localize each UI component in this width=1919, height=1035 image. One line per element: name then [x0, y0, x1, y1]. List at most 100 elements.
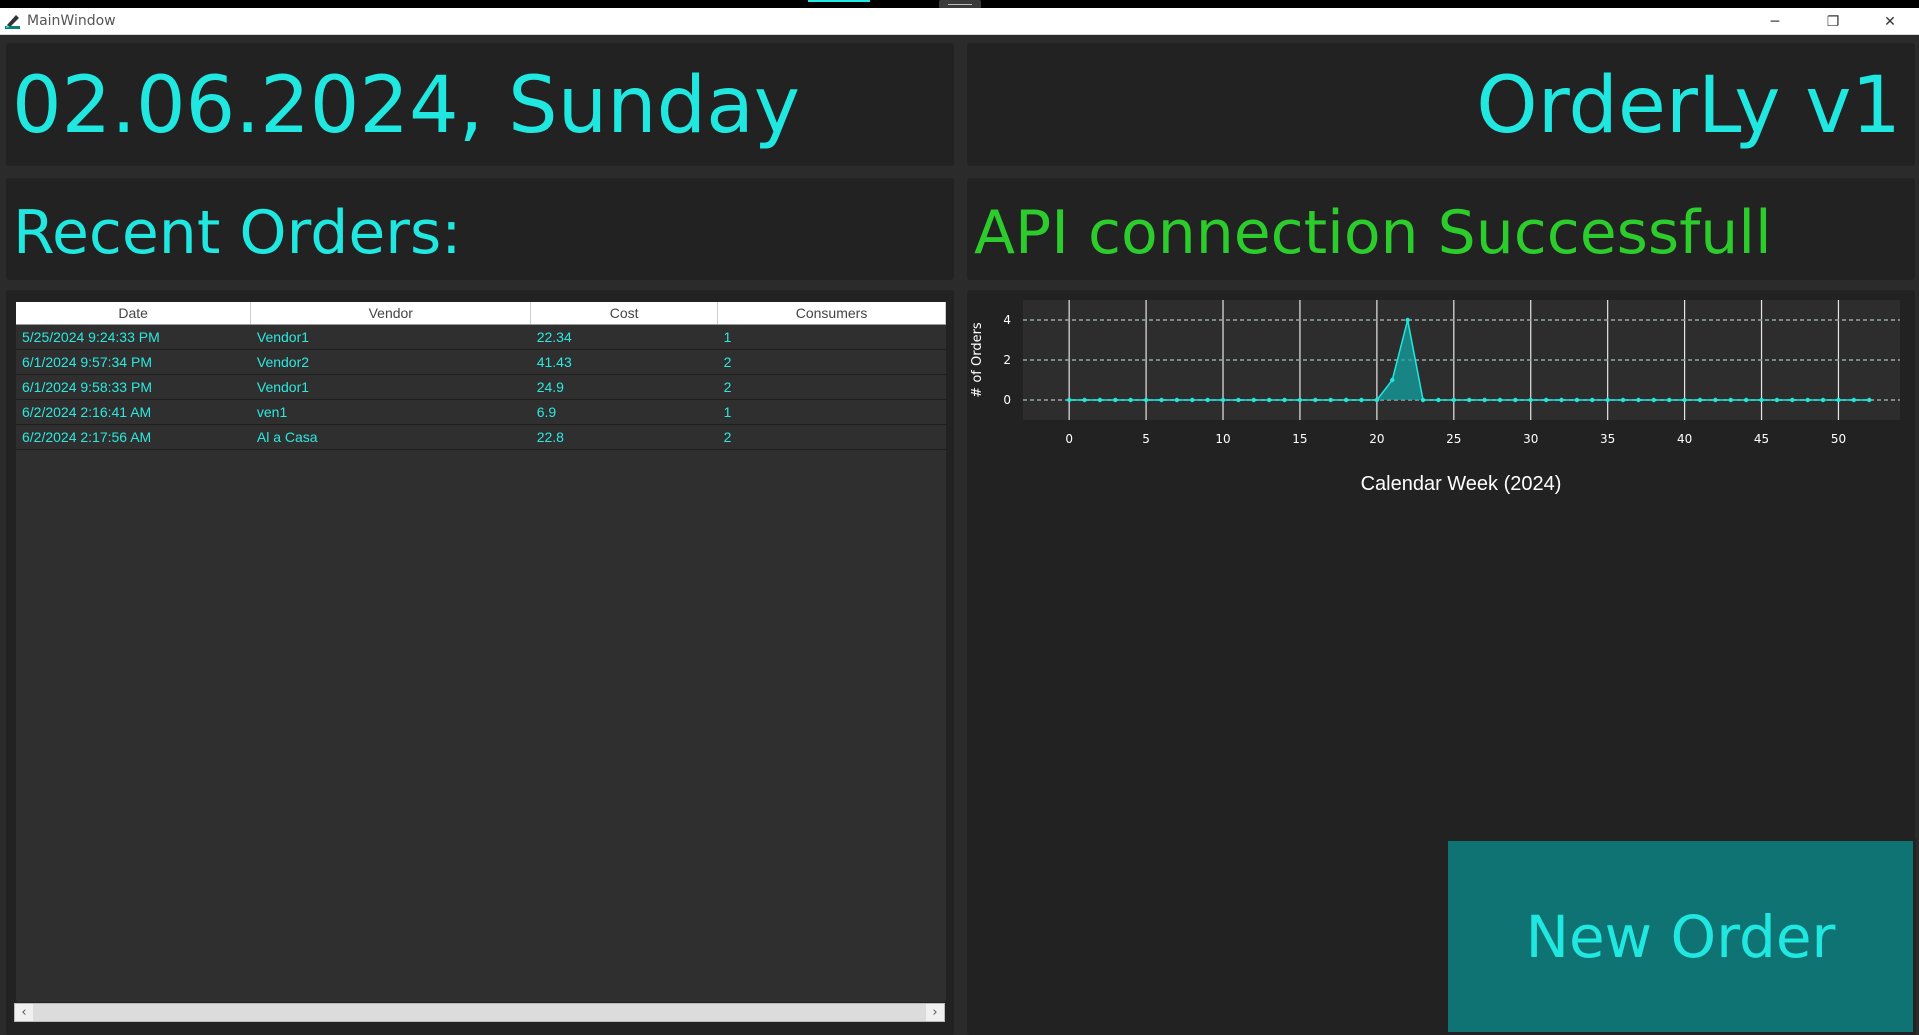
y-axis-label: # of Orders [970, 322, 985, 398]
cell-date: 6/2/2024 2:16:41 AM [16, 399, 251, 425]
app-pencil-icon [5, 15, 20, 29]
date-panel: 02.06.2024, Sunday [6, 43, 954, 166]
column-header-vendor[interactable]: Vendor [250, 302, 532, 325]
data-point [1066, 397, 1072, 403]
data-point [1220, 397, 1226, 403]
x-tick-label: 35 [1600, 432, 1615, 446]
x-tick-label: 30 [1523, 432, 1538, 446]
minimize-button[interactable]: ─ [1752, 11, 1798, 33]
data-point [1420, 397, 1426, 403]
data-point [1143, 397, 1149, 403]
data-point [1667, 397, 1672, 403]
scroll-left-arrow-icon[interactable]: ‹ [15, 1004, 33, 1021]
window-title: MainWindow [27, 13, 116, 29]
data-point [1651, 397, 1657, 403]
cell-date: 5/25/2024 9:24:33 PM [16, 324, 251, 350]
cell-vendor: Vendor2 [250, 349, 531, 375]
cell-consumers: 1 [717, 324, 946, 350]
data-point [1851, 397, 1857, 403]
data-point [1728, 397, 1733, 403]
cell-consumers: 2 [717, 424, 946, 450]
data-point [1559, 397, 1564, 403]
table-header-row: Date Vendor Cost Consumers [16, 302, 946, 325]
data-point [1282, 397, 1287, 403]
data-point [1497, 397, 1503, 403]
data-point [1297, 397, 1303, 403]
data-point [1159, 397, 1164, 403]
data-point [1251, 397, 1256, 403]
cell-vendor: Vendor1 [250, 324, 531, 350]
data-point [1820, 397, 1826, 403]
data-point [1190, 397, 1195, 403]
data-point [1436, 397, 1441, 403]
cell-cost: 24.9 [530, 374, 718, 400]
data-point [1128, 397, 1133, 403]
data-point [1528, 397, 1533, 403]
data-point [1574, 397, 1580, 403]
close-button[interactable]: ✕ [1867, 11, 1913, 33]
column-header-consumers[interactable]: Consumers [717, 302, 946, 325]
x-tick-label: 40 [1677, 432, 1692, 446]
data-point [1543, 397, 1549, 403]
data-point [1759, 397, 1764, 403]
title-bar[interactable]: MainWindow ─ ❐ ✕ [0, 8, 1919, 35]
x-tick-label: 45 [1754, 432, 1769, 446]
data-point [1867, 397, 1872, 403]
data-point [1097, 397, 1103, 403]
data-point [1513, 397, 1518, 403]
new-order-button[interactable]: New Order [1445, 838, 1916, 1035]
data-point [1713, 397, 1718, 403]
horizontal-scrollbar[interactable]: ‹ › [14, 1003, 945, 1022]
table-row[interactable]: 6/1/2024 9:58:33 PM Vendor1 24.9 2 [16, 374, 946, 400]
cell-cost: 22.8 [530, 424, 718, 450]
date-label: 02.06.2024, Sunday [12, 61, 801, 151]
data-point [1805, 397, 1810, 403]
x-tick-label: 10 [1215, 432, 1230, 446]
data-point [1836, 397, 1841, 403]
api-status-label: API connection Successfull [974, 198, 1772, 268]
column-header-date[interactable]: Date [16, 302, 252, 325]
cell-cost: 41.43 [530, 349, 718, 375]
y-tick-label: 0 [1003, 393, 1011, 407]
accent-line [808, 0, 870, 2]
data-point [1605, 397, 1610, 403]
orders-per-week-chart: 0 5 10 15 20 25 30 35 40 45 50 0 2 4 # of Orders Cale… [970, 300, 1900, 495]
data-point [1313, 397, 1318, 403]
table-row[interactable]: 6/2/2024 2:17:56 AM Al a Casa 22.8 2 [16, 424, 946, 450]
x-tick-label: 20 [1369, 432, 1384, 446]
data-point [1636, 397, 1641, 403]
data-point [1374, 397, 1380, 403]
column-header-cost[interactable]: Cost [530, 302, 719, 325]
data-point [1620, 397, 1626, 403]
cell-consumers: 2 [717, 374, 946, 400]
data-point [1082, 397, 1087, 403]
cell-date: 6/1/2024 9:57:34 PM [16, 349, 251, 375]
app-name-panel: OrderLy v1 [967, 43, 1915, 166]
data-point [1266, 397, 1272, 403]
x-tick-label: 25 [1446, 432, 1461, 446]
x-tick-label: 5 [1142, 432, 1150, 446]
x-tick-label: 50 [1831, 432, 1846, 446]
data-point [1590, 397, 1595, 403]
orders-table[interactable]: Date Vendor Cost Consumers 5/25/2024 9:2… [16, 302, 946, 450]
cell-consumers: 2 [717, 349, 946, 375]
api-status-panel: API connection Successfull [967, 178, 1915, 280]
table-row[interactable]: 6/2/2024 2:16:41 AM ven1 6.9 1 [16, 399, 946, 425]
data-point [1328, 397, 1333, 403]
table-row[interactable]: 6/1/2024 9:57:34 PM Vendor2 41.43 2 [16, 349, 946, 375]
data-point [1466, 397, 1472, 403]
y-tick-label: 2 [1003, 353, 1011, 367]
data-point [1743, 397, 1749, 403]
data-point [1113, 397, 1118, 403]
y-tick-label: 4 [1003, 313, 1011, 327]
restore-button[interactable]: ❐ [1810, 11, 1856, 33]
data-point [1343, 397, 1349, 403]
data-point [1774, 397, 1780, 403]
cell-vendor: ven1 [250, 399, 531, 425]
table-row[interactable]: 5/25/2024 9:24:33 PM Vendor1 22.34 1 [16, 324, 946, 350]
cell-cost: 22.34 [530, 324, 718, 350]
scroll-right-arrow-icon[interactable]: › [926, 1004, 944, 1021]
data-point [1790, 397, 1795, 403]
x-tick-label: 15 [1292, 432, 1307, 446]
data-point [1451, 397, 1457, 403]
